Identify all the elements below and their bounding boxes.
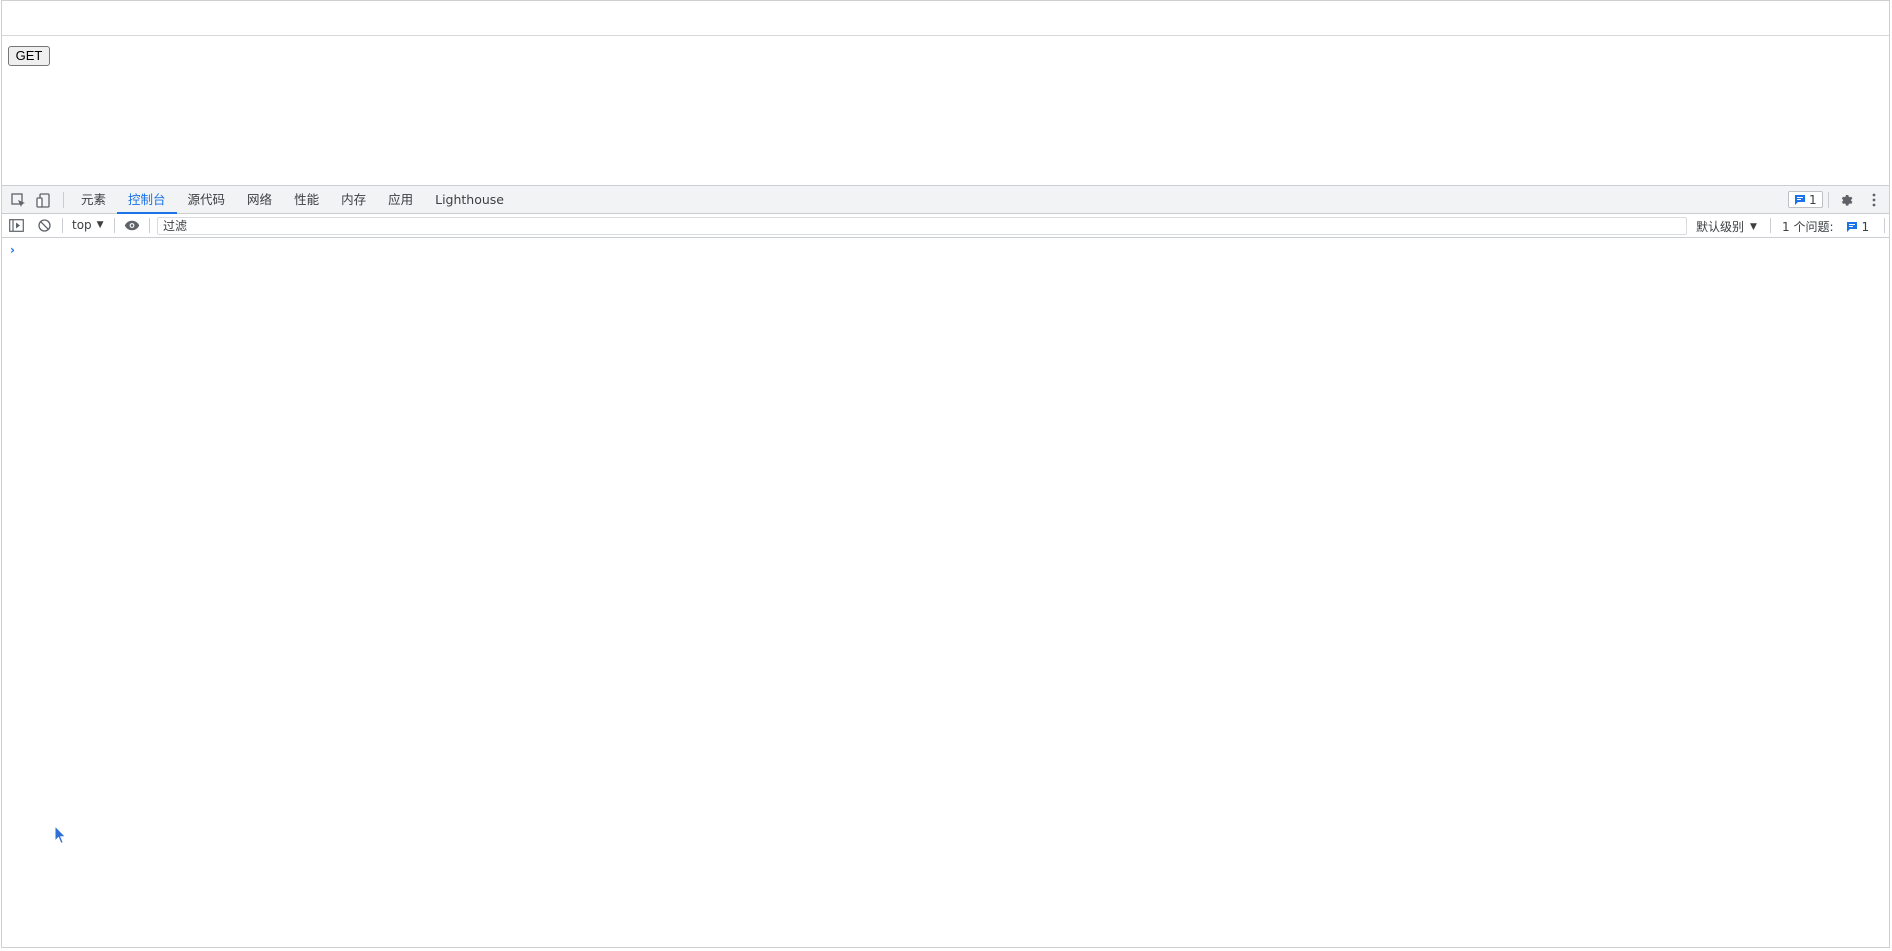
page-content: GET <box>2 1 1889 185</box>
issues-label: 1 个问题: <box>1782 220 1834 234</box>
inspect-element-icon[interactable] <box>9 191 27 209</box>
devtools-panel: 元素 控制台 源代码 网络 性能 内存 应用 Lighthouse 1 top … <box>2 185 1889 947</box>
mouse-cursor-icon <box>54 824 68 849</box>
issue-message-icon <box>1795 194 1805 205</box>
console-toolbar: top ▼ 默认级别 ▼ 1 个问题: <box>2 214 1889 238</box>
toolbar-separator <box>1884 218 1885 233</box>
toolbar-separator <box>149 218 150 233</box>
tab-performance[interactable]: 性能 <box>283 186 330 213</box>
issues-counter[interactable]: 1 个问题: 1 <box>1782 218 1869 235</box>
log-level-selector[interactable]: 默认级别 ▼ <box>1696 218 1757 235</box>
sidebar-toggle-icon[interactable] <box>8 217 25 234</box>
tab-lighthouse[interactable]: Lighthouse <box>424 186 515 213</box>
log-level-value: 默认级别 <box>1696 220 1745 234</box>
console-filter-input[interactable] <box>157 217 1687 235</box>
tab-sources[interactable]: 源代码 <box>177 186 237 213</box>
get-button[interactable]: GET <box>8 46 50 66</box>
issues-badge-count: 1 <box>1809 192 1817 207</box>
chevron-down-icon: ▼ <box>96 220 104 230</box>
tab-application[interactable]: 应用 <box>377 186 424 213</box>
live-expression-eye-icon[interactable] <box>123 217 141 234</box>
devtools-tabs: 元素 控制台 源代码 网络 性能 内存 应用 Lighthouse <box>70 186 515 214</box>
tab-elements[interactable]: 元素 <box>70 186 117 213</box>
devtools-tabbar: 元素 控制台 源代码 网络 性能 内存 应用 Lighthouse 1 <box>2 185 1889 214</box>
console-prompt[interactable]: › <box>10 243 15 257</box>
clear-console-icon[interactable] <box>36 217 53 234</box>
tabbar-separator <box>63 192 64 208</box>
toolbar-separator <box>62 218 63 233</box>
browser-viewport: GET 元素 控制台 源代码 网络 性能 内存 应用 Lighthouse 1 … <box>1 0 1890 948</box>
toolbar-separator <box>1770 218 1771 233</box>
chevron-down-icon: ▼ <box>1750 221 1757 232</box>
more-options-icon[interactable] <box>1866 191 1882 209</box>
issues-badge[interactable]: 1 <box>1788 191 1823 208</box>
issue-message-icon <box>1846 221 1857 232</box>
toolbar-separator <box>114 218 115 233</box>
context-selector[interactable]: top ▼ <box>72 218 104 232</box>
issues-count-value: 1 <box>1861 219 1870 234</box>
settings-gear-icon[interactable] <box>1837 191 1855 209</box>
tab-console[interactable]: 控制台 <box>117 186 177 214</box>
tabbar-separator <box>1828 192 1829 208</box>
context-value: top <box>72 218 92 232</box>
tab-memory[interactable]: 内存 <box>330 186 377 213</box>
device-toolbar-icon[interactable] <box>34 191 52 209</box>
tab-network[interactable]: 网络 <box>236 186 283 213</box>
page-divider <box>2 35 1889 36</box>
